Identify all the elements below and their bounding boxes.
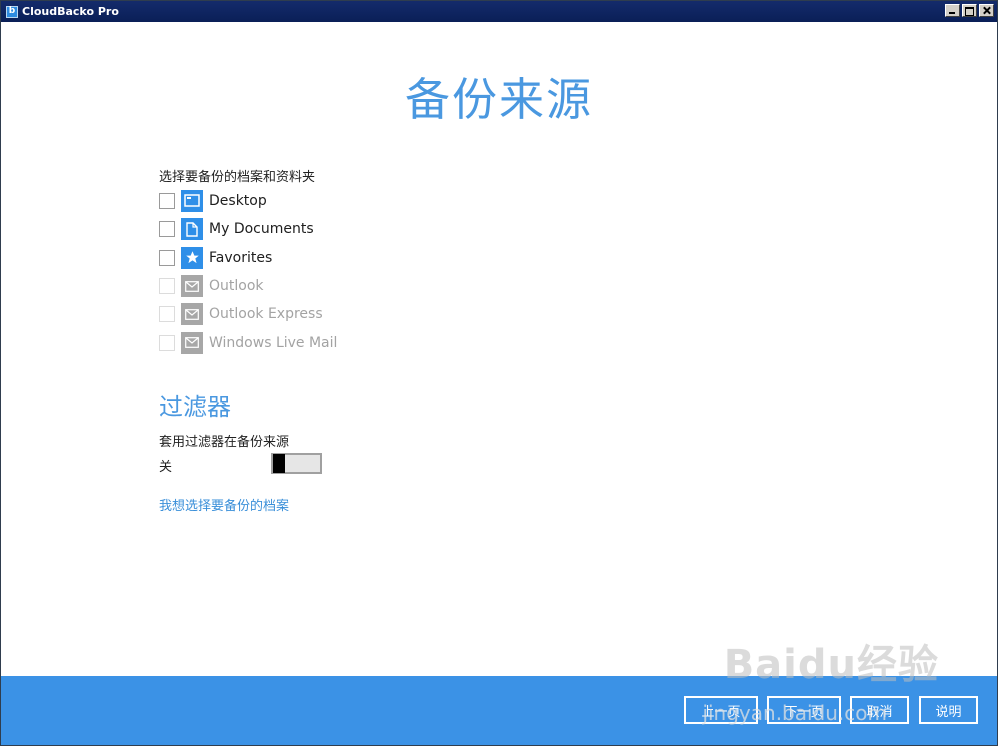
desktop-icon [181, 190, 203, 213]
filter-title: 过滤器 [159, 393, 231, 421]
maximize-button[interactable] [962, 4, 977, 17]
select-files-link[interactable]: 我想选择要备份的档案 [159, 495, 289, 514]
source-item-favorites[interactable]: Favorites [159, 244, 337, 272]
desktop-checkbox[interactable] [159, 193, 175, 210]
outlook-checkbox [159, 278, 175, 295]
source-item-outlook-express: Outlook Express [159, 300, 337, 328]
mail-icon [181, 275, 203, 298]
window-title: CloudBacko Pro [22, 5, 119, 18]
filter-description: 套用过滤器在备份来源 [159, 435, 290, 450]
toggle-knob[interactable] [273, 454, 285, 473]
my-documents-checkbox[interactable] [159, 221, 175, 238]
filter-toggle-state: 关 [159, 460, 173, 475]
filter-toggle[interactable] [271, 453, 322, 474]
watermark-logo: Baidu经验 [723, 642, 939, 688]
outlook-express-label: Outlook Express [209, 306, 323, 323]
window-controls [945, 4, 994, 17]
outlook-express-checkbox [159, 306, 175, 323]
desktop-label: Desktop [209, 193, 267, 210]
source-item-desktop[interactable]: Desktop [159, 187, 337, 215]
mail-icon [181, 303, 203, 326]
source-item-windows-live-mail: Windows Live Mail [159, 328, 337, 356]
outlook-label: Outlook [209, 278, 264, 295]
sources-label: 选择要备份的档案和资料夹 [159, 170, 316, 185]
close-button[interactable] [979, 4, 994, 17]
mail-icon [181, 331, 203, 354]
source-item-my-documents[interactable]: My Documents [159, 215, 337, 243]
star-icon [181, 246, 203, 269]
app-window: b CloudBacko Pro 备份来源 选择要备份的档案和资料夹 Deskt… [0, 0, 998, 746]
favorites-checkbox[interactable] [159, 249, 175, 266]
source-item-outlook: Outlook [159, 272, 337, 300]
page-title: 备份来源 [404, 73, 593, 126]
help-button[interactable]: 说明 [919, 696, 978, 724]
source-list: Desktop My Documents Favorites Outlook O… [159, 187, 337, 357]
windows-live-mail-checkbox [159, 334, 175, 351]
document-icon [181, 218, 203, 241]
windows-live-mail-label: Windows Live Mail [209, 334, 338, 351]
app-logo-icon: b [6, 5, 18, 18]
minimize-button[interactable] [945, 4, 960, 17]
my-documents-label: My Documents [209, 221, 314, 238]
favorites-label: Favorites [209, 249, 273, 266]
watermark-url: jingyan.baidu.com [702, 701, 887, 725]
title-bar[interactable]: b CloudBacko Pro [1, 1, 997, 22]
